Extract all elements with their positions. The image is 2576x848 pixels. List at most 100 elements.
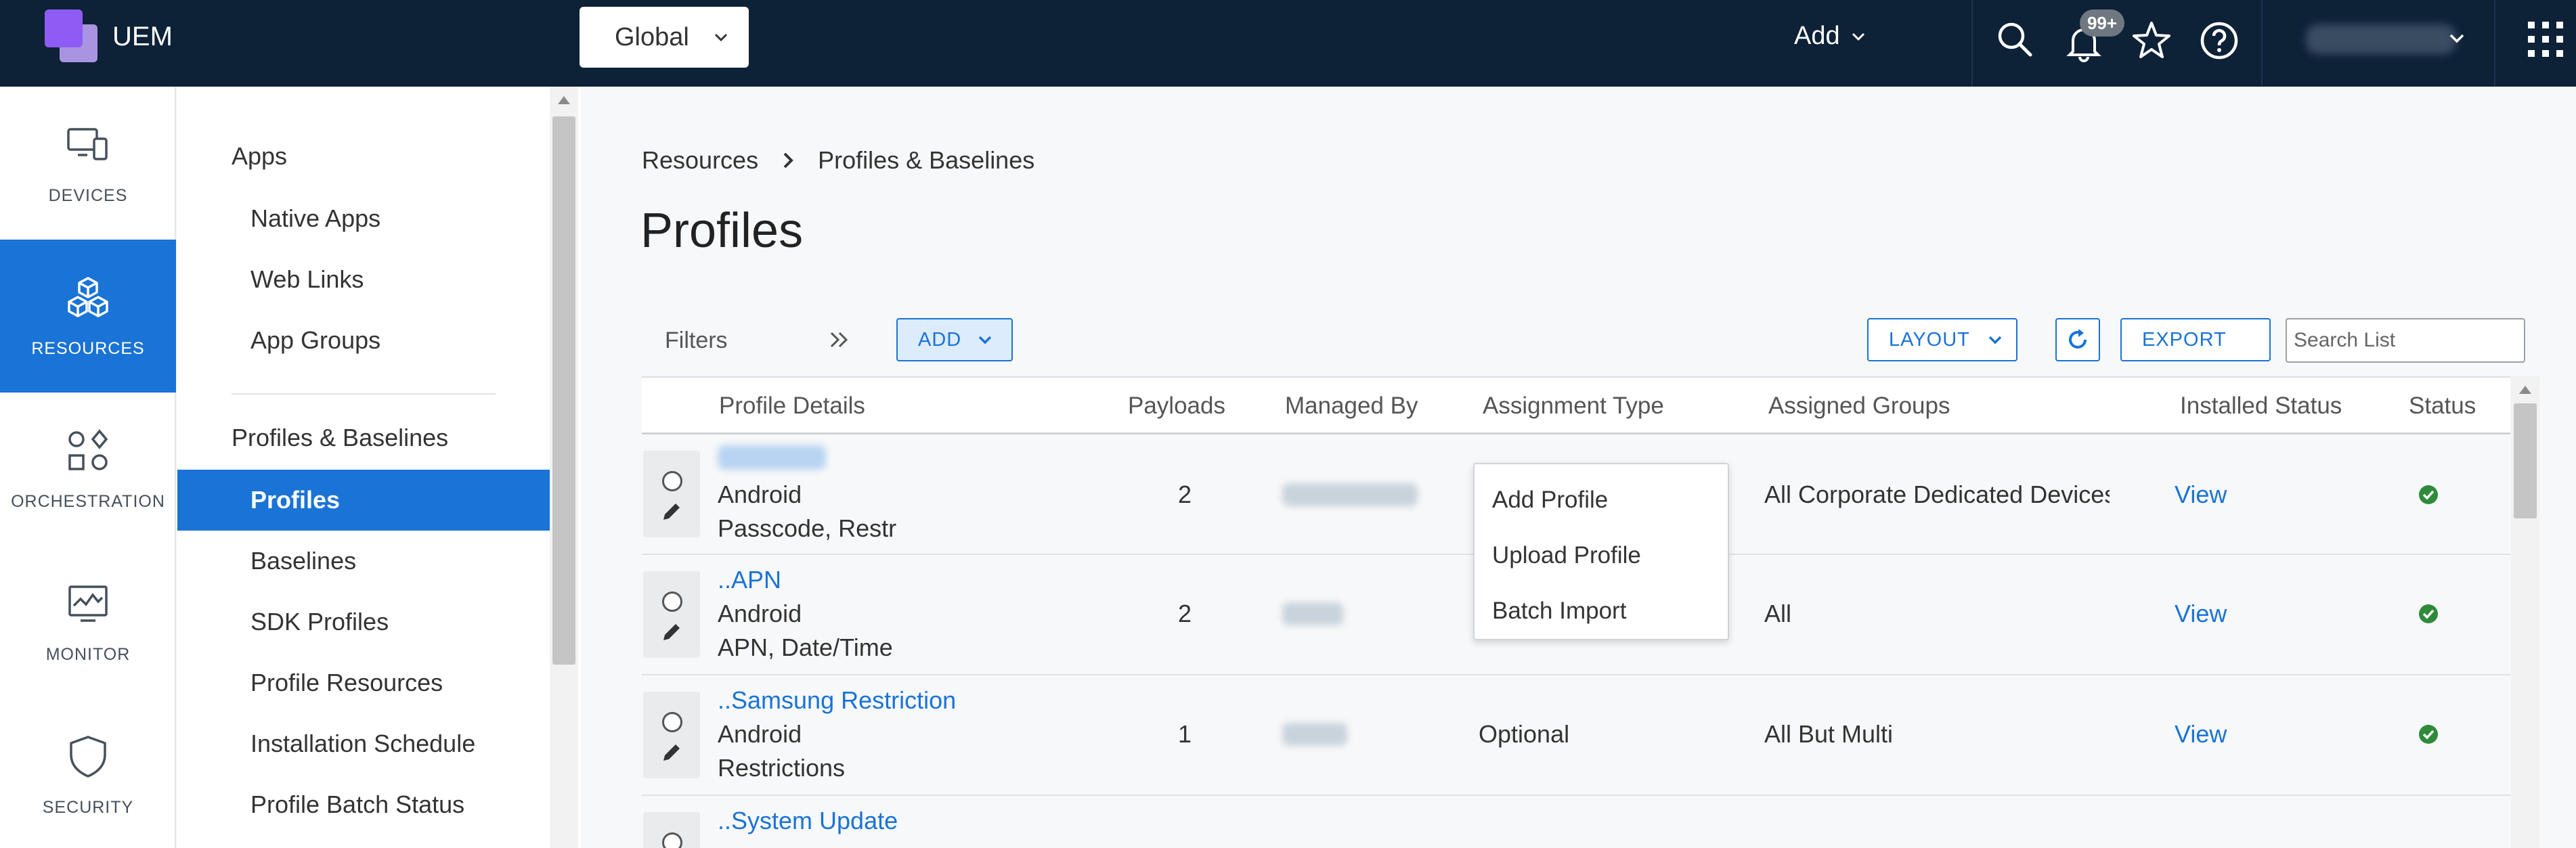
column-header-profile-details[interactable]: Profile Details — [719, 393, 865, 420]
rail-item-resources[interactable]: RESOURCES — [0, 240, 176, 393]
devices-icon — [67, 127, 108, 160]
app-logo[interactable] — [45, 9, 97, 62]
header-add-label: Add — [1794, 22, 1840, 50]
pencil-icon[interactable] — [659, 499, 684, 524]
column-header-assigned-groups[interactable]: Assigned Groups — [1768, 393, 1950, 420]
column-header-payloads[interactable]: Payloads — [1128, 393, 1225, 420]
row-actions — [643, 812, 700, 848]
breadcrumb: Resources Profiles & Baselines — [642, 146, 1034, 175]
chevron-down-icon — [1852, 32, 1864, 41]
pencil-icon[interactable] — [659, 620, 684, 644]
profile-payload-summary: Restrictions — [718, 754, 846, 782]
profile-name-link[interactable]: ..Samsung Restriction — [718, 686, 956, 715]
org-group-selector[interactable]: Global — [580, 7, 749, 68]
managed-by — [1282, 723, 1347, 752]
scrollbar-thumb[interactable] — [2514, 403, 2537, 518]
search-icon[interactable] — [1993, 18, 2036, 61]
submenu-item-app-groups[interactable]: App Groups — [177, 310, 550, 371]
row-select-radio[interactable] — [662, 471, 682, 491]
row-select-radio[interactable] — [662, 712, 682, 732]
assigned-groups: All But Multi — [1764, 720, 1894, 748]
submenu-item-profile-resources[interactable]: Profile Resources — [177, 652, 550, 713]
user-menu[interactable] — [2306, 24, 2456, 54]
profile-name-link[interactable]: ..System Update — [718, 807, 898, 835]
profile-name-link[interactable] — [718, 445, 826, 476]
header-add-menu[interactable]: Add — [1794, 22, 1869, 51]
export-button-label: EXPORT — [2142, 328, 2227, 351]
row-actions — [643, 692, 700, 778]
table-scrollbar[interactable] — [2511, 376, 2539, 848]
submenu-item-profiles[interactable]: Profiles — [177, 470, 550, 531]
profile-platform: Android — [718, 481, 802, 508]
table-row[interactable]: ..Samsung Restriction Android Restrictio… — [642, 675, 2510, 796]
column-header-managed-by[interactable]: Managed By — [1285, 393, 1418, 420]
app-grid-icon[interactable] — [2525, 19, 2566, 60]
help-icon[interactable] — [2198, 19, 2241, 62]
chevron-down-icon — [1988, 336, 2002, 344]
installed-status-view-link[interactable]: View — [2175, 600, 2227, 628]
profile-payload-summary: Passcode, Restr — [718, 514, 897, 542]
row-select-radio[interactable] — [662, 592, 682, 612]
menu-item-upload-profile[interactable]: Upload Profile — [1475, 528, 1728, 583]
submenu-item-sdk-profiles[interactable]: SDK Profiles — [177, 592, 550, 652]
filters-label[interactable]: Filters — [665, 328, 728, 354]
rail-item-devices[interactable]: DEVICES — [0, 87, 176, 240]
app-name: UEM — [112, 22, 173, 51]
star-icon[interactable] — [2130, 19, 2173, 62]
menu-item-add-profile[interactable]: Add Profile — [1475, 472, 1728, 528]
column-header-assignment-type[interactable]: Assignment Type — [1483, 393, 1664, 420]
submenu-item-baselines[interactable]: Baselines — [177, 531, 550, 592]
chevron-down-icon — [978, 336, 992, 344]
org-group-label: Global — [615, 22, 689, 51]
add-dropdown-menu: Add Profile Upload Profile Batch Import — [1473, 463, 1729, 640]
rail-item-orchestration[interactable]: ORCHESTRATION — [0, 393, 176, 545]
add-button-label: ADD — [918, 328, 962, 351]
scrollbar-thumb[interactable] — [552, 116, 575, 665]
row-select-radio[interactable] — [662, 832, 682, 848]
table-header: Profile Details Payloads Managed By Assi… — [642, 376, 2510, 434]
submenu-item-web-links[interactable]: Web Links — [177, 249, 550, 310]
scroll-up-arrow[interactable] — [2519, 386, 2531, 394]
main-content: Resources Profiles & Baselines Profiles … — [581, 87, 2576, 848]
breadcrumb-resources[interactable]: Resources — [642, 146, 758, 175]
layout-button-label: LAYOUT — [1889, 328, 1970, 351]
header-divider — [1971, 0, 1973, 87]
rail-item-monitor[interactable]: MONITOR — [0, 545, 176, 698]
submenu-item-native-apps[interactable]: Native Apps — [177, 188, 550, 249]
export-button[interactable]: EXPORT — [2120, 318, 2271, 361]
submenu-item-profile-batch-status[interactable]: Profile Batch Status — [177, 774, 550, 835]
header-divider — [2494, 0, 2495, 87]
submenu-item-installation-schedule[interactable]: Installation Schedule — [177, 713, 550, 774]
column-header-installed-status[interactable]: Installed Status — [2180, 393, 2342, 420]
scroll-up-arrow[interactable] — [558, 96, 570, 104]
submenu-divider — [232, 393, 496, 395]
monitor-icon — [68, 585, 108, 622]
assignment-type: Optional — [1479, 720, 1570, 748]
chevron-down-icon — [714, 33, 728, 42]
chevron-right-icon — [783, 152, 793, 169]
chevron-down-icon[interactable] — [2445, 27, 2468, 50]
submenu-scrollbar[interactable] — [550, 87, 578, 848]
column-header-status[interactable]: Status — [2409, 393, 2476, 420]
pencil-icon[interactable] — [659, 740, 684, 765]
managed-by — [1282, 483, 1418, 512]
payload-count: 2 — [1178, 600, 1192, 627]
rail-item-label: DEVICES — [48, 185, 128, 205]
search-list-input[interactable] — [2286, 318, 2525, 363]
submenu-section-profiles-baselines: Profiles & Baselines — [232, 424, 449, 451]
installed-status-view-link[interactable]: View — [2175, 720, 2227, 749]
menu-item-batch-import[interactable]: Batch Import — [1475, 583, 1728, 639]
rail-item-security[interactable]: SECURITY — [0, 698, 176, 848]
double-chevron-right-icon[interactable] — [826, 326, 853, 353]
layout-button[interactable]: LAYOUT — [1867, 318, 2017, 361]
header-divider — [2261, 0, 2263, 87]
check-circle-icon — [2419, 725, 2438, 744]
profile-name-link[interactable]: ..APN — [718, 566, 781, 594]
resources-icon — [68, 276, 108, 317]
profile-platform: Android — [718, 600, 802, 627]
table-row[interactable]: ..System Update — [642, 796, 2510, 848]
refresh-icon — [2069, 329, 2087, 349]
installed-status-view-link[interactable]: View — [2175, 481, 2227, 509]
refresh-button[interactable] — [2055, 318, 2100, 361]
add-button[interactable]: ADD — [896, 318, 1013, 361]
